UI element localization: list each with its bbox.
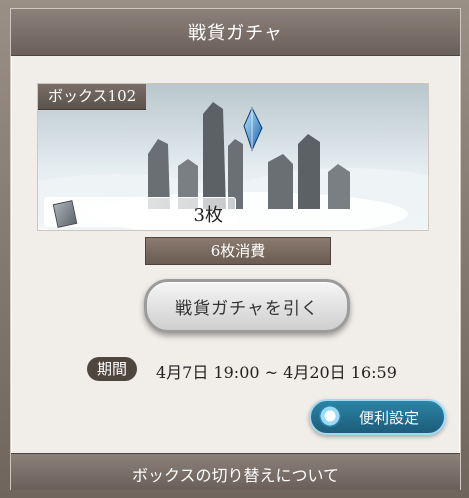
box-label: ボックス102 — [38, 84, 147, 110]
box-panel: ボックス102 3枚 — [37, 83, 429, 231]
settings-button[interactable]: 便利設定 — [309, 399, 446, 435]
consume-label: 6枚消費 — [145, 237, 331, 265]
period-text: 4月7日 19:00 ~ 4月20日 16:59 — [156, 363, 397, 382]
ticket-count: 3枚 — [193, 205, 223, 226]
pull-gacha-label: 戦貨ガチャを引く — [175, 299, 319, 319]
header-bar: 戦貨ガチャ — [11, 9, 460, 56]
footer-link[interactable]: ボックスの切り替えについて — [11, 453, 460, 490]
window-frame: 戦貨ガチャ ボックス102 3枚 6枚消費 戦貨ガチャを引く 期間 4月7日 1… — [0, 0, 469, 498]
settings-label: 便利設定 — [359, 409, 420, 427]
page-title: 戦貨ガチャ — [188, 23, 283, 44]
ticket-icon — [52, 200, 78, 228]
gacha-panel: 戦貨ガチャ ボックス102 3枚 6枚消費 戦貨ガチャを引く 期間 4月7日 1… — [10, 8, 461, 490]
ticket-count-bar: 3枚 — [44, 197, 236, 228]
footer-label: ボックスの切り替えについて — [131, 466, 340, 485]
gear-icon — [319, 405, 341, 427]
banner-image: ボックス102 3枚 — [38, 84, 428, 230]
pull-gacha-button[interactable]: 戦貨ガチャを引く — [144, 279, 350, 333]
period-label: 期間 — [87, 357, 137, 381]
